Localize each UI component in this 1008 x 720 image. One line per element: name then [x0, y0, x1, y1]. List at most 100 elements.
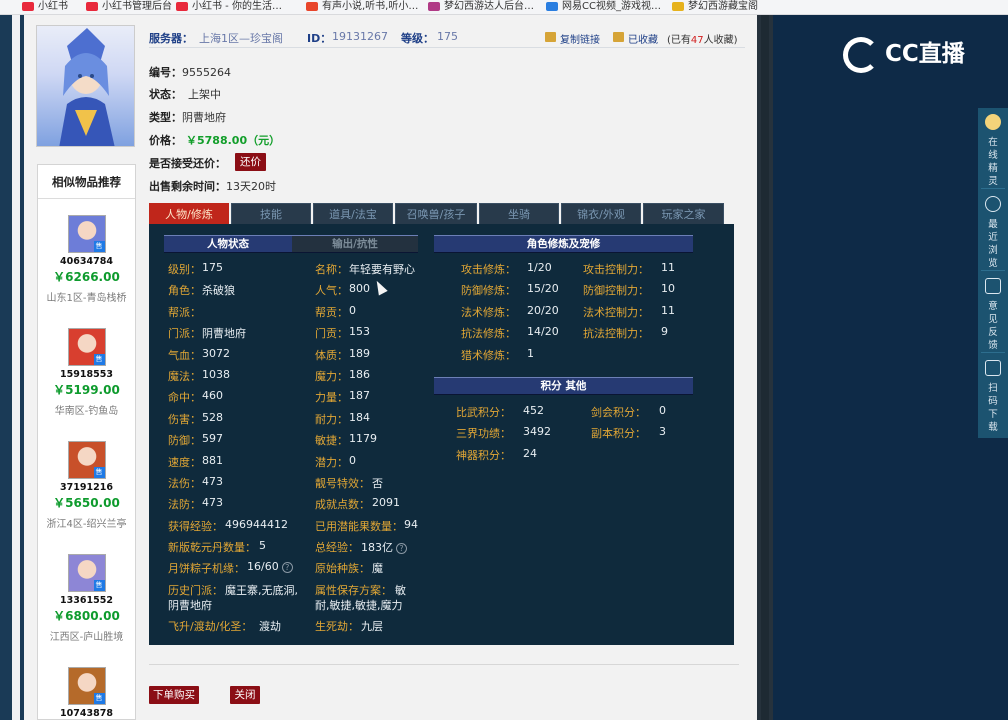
- history-value-2: 阴曹地府: [168, 599, 212, 612]
- bookmark-item[interactable]: 网易CC视频_游戏视…: [546, 0, 661, 14]
- cultivation-value: 1: [527, 346, 534, 360]
- similar-item-price: ￥5199.00: [53, 383, 120, 397]
- stat-value: 881: [202, 453, 223, 467]
- bargain-row: 是否接受还价：: [149, 155, 226, 171]
- stat-value: 153: [349, 325, 370, 339]
- points-label: 剑会积分：: [591, 406, 646, 419]
- bookmark-icon: [22, 1, 34, 11]
- similar-item-server: 浙江4区-绍兴兰亭: [46, 519, 127, 530]
- bookmark-item[interactable]: 小红书 - 你的生活…: [176, 0, 282, 14]
- buy-button[interactable]: 下单购买: [149, 686, 199, 704]
- tab-2[interactable]: 道具/法宝: [313, 203, 393, 224]
- similar-item-price: ￥6800.00: [53, 609, 120, 623]
- tab-5[interactable]: 锦衣/外观: [561, 203, 641, 224]
- race-label: 原始种族：: [315, 562, 370, 575]
- status-header: 人物状态 输出/抗性: [164, 235, 418, 253]
- stat-label: 命中：: [168, 391, 201, 405]
- cultivation-header: 角色修炼及宠修: [434, 235, 693, 253]
- cc-side-button[interactable]: 扫码下载: [978, 354, 1008, 433]
- tab-4[interactable]: 坐骑: [479, 203, 559, 224]
- similar-item-server: 江西区-庐山胜境: [49, 632, 124, 643]
- item-info-header: 服务器： 上海1区—珍宝阁 ID： 19131267 等级： 175 复制链接 …: [149, 28, 745, 48]
- similar-items-title: 相似物品推荐: [38, 165, 135, 199]
- similar-item[interactable]: 售 10743878: [38, 667, 135, 719]
- stat-value: 189: [349, 346, 370, 360]
- similar-item-id: 10743878: [60, 708, 113, 719]
- bookmark-item[interactable]: 小红书管理后台: [86, 0, 172, 14]
- stat-value: 3072: [202, 346, 230, 360]
- stat-value: 528: [202, 410, 223, 424]
- similar-item-id: 40634784: [60, 256, 113, 267]
- tab-3[interactable]: 召唤兽/孩子: [395, 203, 477, 224]
- cultivation-label: 防御修炼：: [461, 284, 516, 298]
- bookmark-item[interactable]: 小红书: [22, 0, 68, 14]
- help-icon[interactable]: ?: [281, 561, 293, 573]
- stat-label: 成就点数：: [315, 498, 370, 512]
- header-status[interactable]: 人物状态: [164, 236, 292, 252]
- ascend-value: 渡劫: [259, 620, 281, 633]
- close-button[interactable]: 关闭: [230, 686, 260, 704]
- yuandan-value: 5: [259, 539, 266, 552]
- cc-side-button[interactable]: 在线精灵: [978, 108, 1008, 187]
- similar-item-thumbnail[interactable]: 售: [67, 441, 106, 479]
- attr-scheme-label: 属性保存方案：: [315, 584, 392, 597]
- stat-value: 1038: [202, 368, 230, 381]
- stat-value: 184: [349, 410, 370, 424]
- copy-link-button[interactable]: 复制链接: [560, 31, 600, 46]
- similar-item-server: 华南区-钓鱼岛: [54, 406, 119, 417]
- page-scrollbar[interactable]: [757, 15, 773, 720]
- similar-item-thumbnail[interactable]: 售: [67, 554, 106, 592]
- cc-side-button[interactable]: 意见反馈: [978, 272, 1008, 351]
- favorited-button[interactable]: 已收藏: [628, 31, 658, 46]
- help-icon[interactable]: ?: [396, 542, 407, 554]
- cultivation-label: 攻击修炼：: [461, 263, 516, 276]
- tab-1[interactable]: 技能: [231, 203, 311, 224]
- cultivation-value: 1/20: [527, 261, 552, 274]
- cultivation-label: 抗法修炼：: [461, 327, 516, 341]
- similar-item-thumbnail[interactable]: 售: [67, 328, 106, 366]
- stat-label: 靓号特效：: [315, 477, 370, 490]
- stat-label: 帮派：: [168, 305, 201, 319]
- cc-side-toolbar: 在线精灵最近浏览 意见反馈 扫码下载: [978, 108, 1008, 438]
- cc-side-button[interactable]: 最近浏览: [978, 190, 1008, 269]
- bookmark-item[interactable]: 梦幻西游藏宝阁: [672, 0, 758, 14]
- number-value: 9555264: [182, 66, 231, 79]
- similar-item[interactable]: 售 37191216 ￥5650.00 浙江4区-绍兴兰亭: [38, 441, 135, 530]
- points-label: 比武积分：: [456, 406, 511, 419]
- similar-item-thumbnail[interactable]: 售: [67, 215, 106, 253]
- similar-item[interactable]: 售 15918553 ￥5199.00 华南区-钓鱼岛: [38, 328, 135, 417]
- attr-scheme-value-1: 敏: [395, 584, 406, 597]
- stat-label: 门派：: [168, 327, 201, 341]
- stat-value: 否: [372, 477, 383, 490]
- separator: [981, 270, 1005, 271]
- bookmark-item[interactable]: 梦幻西游达人后台…: [428, 0, 534, 14]
- tab-6[interactable]: 玩家之家: [643, 203, 724, 224]
- bargain-button[interactable]: 还价: [235, 153, 266, 171]
- cc-side-label: 在线精灵: [988, 137, 998, 187]
- bookmark-label: 有声小说,听书,听小…: [322, 1, 419, 12]
- stat-value: 186: [349, 368, 370, 381]
- stat-label: 敏捷：: [315, 434, 348, 448]
- points-value: 3: [659, 425, 666, 439]
- bookmark-label: 网易CC视频_游戏视…: [562, 1, 661, 12]
- stat-label: 级别：: [168, 263, 201, 276]
- header-output[interactable]: 输出/抗性: [292, 236, 418, 252]
- number-label: 编号：: [149, 66, 182, 79]
- tab-0[interactable]: 人物/修炼: [149, 203, 229, 224]
- similar-item-thumbnail[interactable]: 售: [67, 667, 106, 705]
- control-value: 11: [661, 303, 675, 317]
- stat-label: 获得经验：: [168, 519, 223, 533]
- bookmark-icon: [428, 1, 440, 11]
- similar-item-server: 山东1区-青岛栈桥: [46, 293, 127, 304]
- stat-label: 防御：: [168, 434, 201, 448]
- status-row: 状态： 上架中: [149, 86, 221, 102]
- stat-label: 法防：: [168, 498, 201, 512]
- bookmark-icon: [176, 1, 188, 11]
- bookmark-item[interactable]: 有声小说,听书,听小…: [306, 0, 418, 14]
- stat-label: 名称：: [315, 263, 348, 276]
- similar-item[interactable]: 售 40634784 ￥6266.00 山东1区-青岛栈桥: [38, 215, 135, 304]
- time-value: 13天20时: [226, 180, 276, 193]
- stat-value: 175: [202, 261, 223, 274]
- similar-item[interactable]: 售 13361552 ￥6800.00 江西区-庐山胜境: [38, 554, 135, 643]
- favorite-count-prefix: (已有: [667, 35, 691, 46]
